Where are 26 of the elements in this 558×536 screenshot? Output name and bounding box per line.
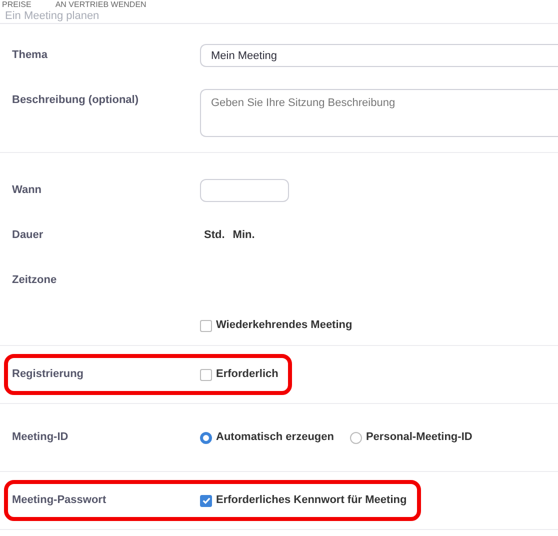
date-field[interactable] xyxy=(200,179,289,202)
checkbox-label: Erforderlich xyxy=(216,367,278,382)
field-label: Registrierung xyxy=(12,367,84,382)
page-title: Ein Meeting planen xyxy=(5,10,100,22)
unit-label: Std. xyxy=(204,228,225,244)
field-label: Beschreibung (optional) xyxy=(12,93,138,108)
field-label: Thema xyxy=(12,48,48,64)
checkbox[interactable] xyxy=(200,368,212,380)
field-label: Zeitzone xyxy=(12,273,57,288)
field-label: Meeting-Passwort xyxy=(12,493,106,508)
unit-label: Min. xyxy=(232,228,255,244)
field-label: Meeting-ID xyxy=(12,430,68,446)
checkbox[interactable] xyxy=(200,494,212,506)
nav-link[interactable]: PREISE xyxy=(2,0,32,9)
nav-link[interactable]: AN VERTRIEB WENDEN xyxy=(55,0,146,9)
checkbox[interactable] xyxy=(200,320,212,332)
radio-button[interactable] xyxy=(350,432,362,444)
field-label: Dauer xyxy=(12,228,44,244)
description-field[interactable]: Geben Sie Ihre Sitzung Beschreibung xyxy=(200,89,558,137)
checkbox-label: Erforderliches Kennwort für Meeting xyxy=(216,493,407,508)
radio-label: Automatisch erzeugen xyxy=(216,430,334,446)
text-field[interactable]: Mein Meeting xyxy=(200,44,558,67)
checkbox-label: Wiederkehrendes Meeting xyxy=(216,318,352,334)
radio-button[interactable] xyxy=(200,432,212,444)
radio-label: Personal-Meeting-ID xyxy=(366,430,472,446)
field-label: Wann xyxy=(12,183,42,198)
